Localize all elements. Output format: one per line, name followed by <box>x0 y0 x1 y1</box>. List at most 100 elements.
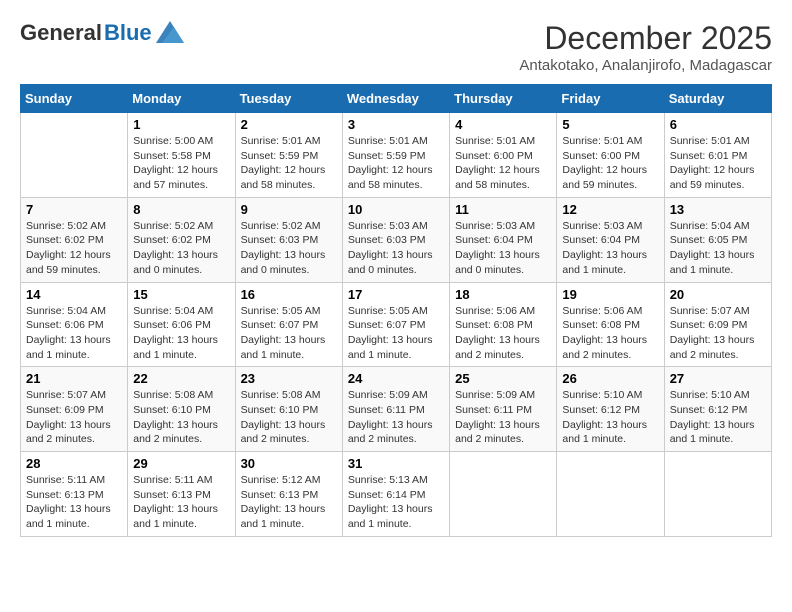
calendar-cell: 23 Sunrise: 5:08 AM Sunset: 6:10 PM Dayli… <box>235 367 342 452</box>
day-number: 18 <box>455 287 551 302</box>
day-info: Sunrise: 5:06 AM Sunset: 6:08 PM Dayligh… <box>455 304 551 363</box>
calendar-cell: 9 Sunrise: 5:02 AM Sunset: 6:03 PM Daylig… <box>235 197 342 282</box>
calendar-cell <box>21 113 128 198</box>
day-info: Sunrise: 5:04 AM Sunset: 6:06 PM Dayligh… <box>133 304 229 363</box>
day-number: 7 <box>26 202 122 217</box>
calendar-week-3: 14Sunrise: 5:04 AM Sunset: 6:06 PM Dayli… <box>21 282 772 367</box>
calendar-cell <box>664 452 771 537</box>
logo: General Blue <box>20 20 184 46</box>
day-number: 10 <box>348 202 444 217</box>
day-number: 17 <box>348 287 444 302</box>
day-info: Sunrise: 5:02 AM Sunset: 6:03 PM Dayligh… <box>241 219 337 278</box>
calendar-table: SundayMondayTuesdayWednesdayThursdayFrid… <box>20 84 772 537</box>
calendar-cell: 11Sunrise: 5:03 AM Sunset: 6:04 PM Dayli… <box>450 197 557 282</box>
day-number: 3 <box>348 117 444 132</box>
calendar-cell: 10 Sunrise: 5:03 AM Sunset: 6:03 PM Dayli… <box>342 197 449 282</box>
day-number: 28 <box>26 456 122 471</box>
calendar-cell: 13 Sunrise: 5:04 AM Sunset: 6:05 PM Dayli… <box>664 197 771 282</box>
day-number: 31 <box>348 456 444 471</box>
day-info: Sunrise: 5:09 AM Sunset: 6:11 PM Dayligh… <box>348 388 444 447</box>
day-info: Sunrise: 5:03 AM Sunset: 6:03 PM Dayligh… <box>348 219 444 278</box>
calendar-cell: 4 Sunrise: 5:01 AM Sunset: 6:00 PM Daylig… <box>450 113 557 198</box>
day-number: 24 <box>348 371 444 386</box>
day-info: Sunrise: 5:09 AM Sunset: 6:11 PM Dayligh… <box>455 388 551 447</box>
day-info: Sunrise: 5:01 AM Sunset: 6:00 PM Dayligh… <box>455 134 551 193</box>
calendar-cell: 19Sunrise: 5:06 AM Sunset: 6:08 PM Dayli… <box>557 282 664 367</box>
calendar-cell: 12 Sunrise: 5:03 AM Sunset: 6:04 PM Dayli… <box>557 197 664 282</box>
weekday-header-wednesday: Wednesday <box>342 85 449 113</box>
day-number: 12 <box>562 202 658 217</box>
calendar-cell: 21 Sunrise: 5:07 AM Sunset: 6:09 PM Dayli… <box>21 367 128 452</box>
day-info: Sunrise: 5:02 AM Sunset: 6:02 PM Dayligh… <box>133 219 229 278</box>
day-info: Sunrise: 5:12 AM Sunset: 6:13 PM Dayligh… <box>241 473 337 532</box>
day-number: 2 <box>241 117 337 132</box>
calendar-cell: 25Sunrise: 5:09 AM Sunset: 6:11 PM Dayli… <box>450 367 557 452</box>
page-header: General Blue December 2025 Antakotako, A… <box>20 20 772 74</box>
calendar-cell: 16 Sunrise: 5:05 AM Sunset: 6:07 PM Dayli… <box>235 282 342 367</box>
weekday-header-sunday: Sunday <box>21 85 128 113</box>
day-number: 1 <box>133 117 229 132</box>
day-info: Sunrise: 5:01 AM Sunset: 5:59 PM Dayligh… <box>241 134 337 193</box>
calendar-cell: 14Sunrise: 5:04 AM Sunset: 6:06 PM Dayli… <box>21 282 128 367</box>
calendar-header-row: SundayMondayTuesdayWednesdayThursdayFrid… <box>21 85 772 113</box>
calendar-cell: 18 Sunrise: 5:06 AM Sunset: 6:08 PM Dayli… <box>450 282 557 367</box>
day-number: 20 <box>670 287 766 302</box>
day-number: 11 <box>455 202 551 217</box>
day-number: 6 <box>670 117 766 132</box>
day-info: Sunrise: 5:01 AM Sunset: 6:00 PM Dayligh… <box>562 134 658 193</box>
day-number: 13 <box>670 202 766 217</box>
day-number: 15 <box>133 287 229 302</box>
calendar-cell: 31 Sunrise: 5:13 AM Sunset: 6:14 PM Dayli… <box>342 452 449 537</box>
calendar-cell: 1 Sunrise: 5:00 AM Sunset: 5:58 PM Daylig… <box>128 113 235 198</box>
calendar-cell: 24 Sunrise: 5:09 AM Sunset: 6:11 PM Dayli… <box>342 367 449 452</box>
day-info: Sunrise: 5:08 AM Sunset: 6:10 PM Dayligh… <box>241 388 337 447</box>
calendar-week-2: 7 Sunrise: 5:02 AM Sunset: 6:02 PM Daylig… <box>21 197 772 282</box>
title-block: December 2025 Antakotako, Analanjirofo, … <box>519 20 772 74</box>
day-info: Sunrise: 5:10 AM Sunset: 6:12 PM Dayligh… <box>562 388 658 447</box>
day-number: 9 <box>241 202 337 217</box>
weekday-header-friday: Friday <box>557 85 664 113</box>
day-number: 26 <box>562 371 658 386</box>
calendar-cell: 15 Sunrise: 5:04 AM Sunset: 6:06 PM Dayli… <box>128 282 235 367</box>
calendar-cell: 28 Sunrise: 5:11 AM Sunset: 6:13 PM Dayli… <box>21 452 128 537</box>
day-info: Sunrise: 5:01 AM Sunset: 5:59 PM Dayligh… <box>348 134 444 193</box>
weekday-header-thursday: Thursday <box>450 85 557 113</box>
calendar-cell <box>450 452 557 537</box>
day-info: Sunrise: 5:10 AM Sunset: 6:12 PM Dayligh… <box>670 388 766 447</box>
calendar-cell: 26 Sunrise: 5:10 AM Sunset: 6:12 PM Dayli… <box>557 367 664 452</box>
day-info: Sunrise: 5:01 AM Sunset: 6:01 PM Dayligh… <box>670 134 766 193</box>
weekday-header-monday: Monday <box>128 85 235 113</box>
calendar-cell: 7 Sunrise: 5:02 AM Sunset: 6:02 PM Daylig… <box>21 197 128 282</box>
day-info: Sunrise: 5:04 AM Sunset: 6:06 PM Dayligh… <box>26 304 122 363</box>
calendar-cell: 22 Sunrise: 5:08 AM Sunset: 6:10 PM Dayli… <box>128 367 235 452</box>
day-info: Sunrise: 5:03 AM Sunset: 6:04 PM Dayligh… <box>562 219 658 278</box>
calendar-cell: 20 Sunrise: 5:07 AM Sunset: 6:09 PM Dayli… <box>664 282 771 367</box>
calendar-cell: 3 Sunrise: 5:01 AM Sunset: 5:59 PM Daylig… <box>342 113 449 198</box>
calendar-cell: 27Sunrise: 5:10 AM Sunset: 6:12 PM Dayli… <box>664 367 771 452</box>
calendar-week-5: 28 Sunrise: 5:11 AM Sunset: 6:13 PM Dayli… <box>21 452 772 537</box>
day-number: 4 <box>455 117 551 132</box>
day-number: 21 <box>26 371 122 386</box>
logo-blue: Blue <box>104 20 152 46</box>
day-info: Sunrise: 5:08 AM Sunset: 6:10 PM Dayligh… <box>133 388 229 447</box>
day-info: Sunrise: 5:04 AM Sunset: 6:05 PM Dayligh… <box>670 219 766 278</box>
weekday-header-tuesday: Tuesday <box>235 85 342 113</box>
day-number: 22 <box>133 371 229 386</box>
day-info: Sunrise: 5:02 AM Sunset: 6:02 PM Dayligh… <box>26 219 122 278</box>
day-info: Sunrise: 5:07 AM Sunset: 6:09 PM Dayligh… <box>670 304 766 363</box>
day-info: Sunrise: 5:13 AM Sunset: 6:14 PM Dayligh… <box>348 473 444 532</box>
calendar-cell: 6 Sunrise: 5:01 AM Sunset: 6:01 PM Daylig… <box>664 113 771 198</box>
month-title: December 2025 <box>519 20 772 57</box>
day-number: 16 <box>241 287 337 302</box>
calendar-cell <box>557 452 664 537</box>
calendar-cell: 8 Sunrise: 5:02 AM Sunset: 6:02 PM Daylig… <box>128 197 235 282</box>
location: Antakotako, Analanjirofo, Madagascar <box>519 57 772 74</box>
day-info: Sunrise: 5:07 AM Sunset: 6:09 PM Dayligh… <box>26 388 122 447</box>
day-info: Sunrise: 5:11 AM Sunset: 6:13 PM Dayligh… <box>26 473 122 532</box>
day-number: 23 <box>241 371 337 386</box>
day-number: 30 <box>241 456 337 471</box>
calendar-cell: 29Sunrise: 5:11 AM Sunset: 6:13 PM Dayli… <box>128 452 235 537</box>
day-info: Sunrise: 5:05 AM Sunset: 6:07 PM Dayligh… <box>241 304 337 363</box>
day-info: Sunrise: 5:00 AM Sunset: 5:58 PM Dayligh… <box>133 134 229 193</box>
day-number: 8 <box>133 202 229 217</box>
